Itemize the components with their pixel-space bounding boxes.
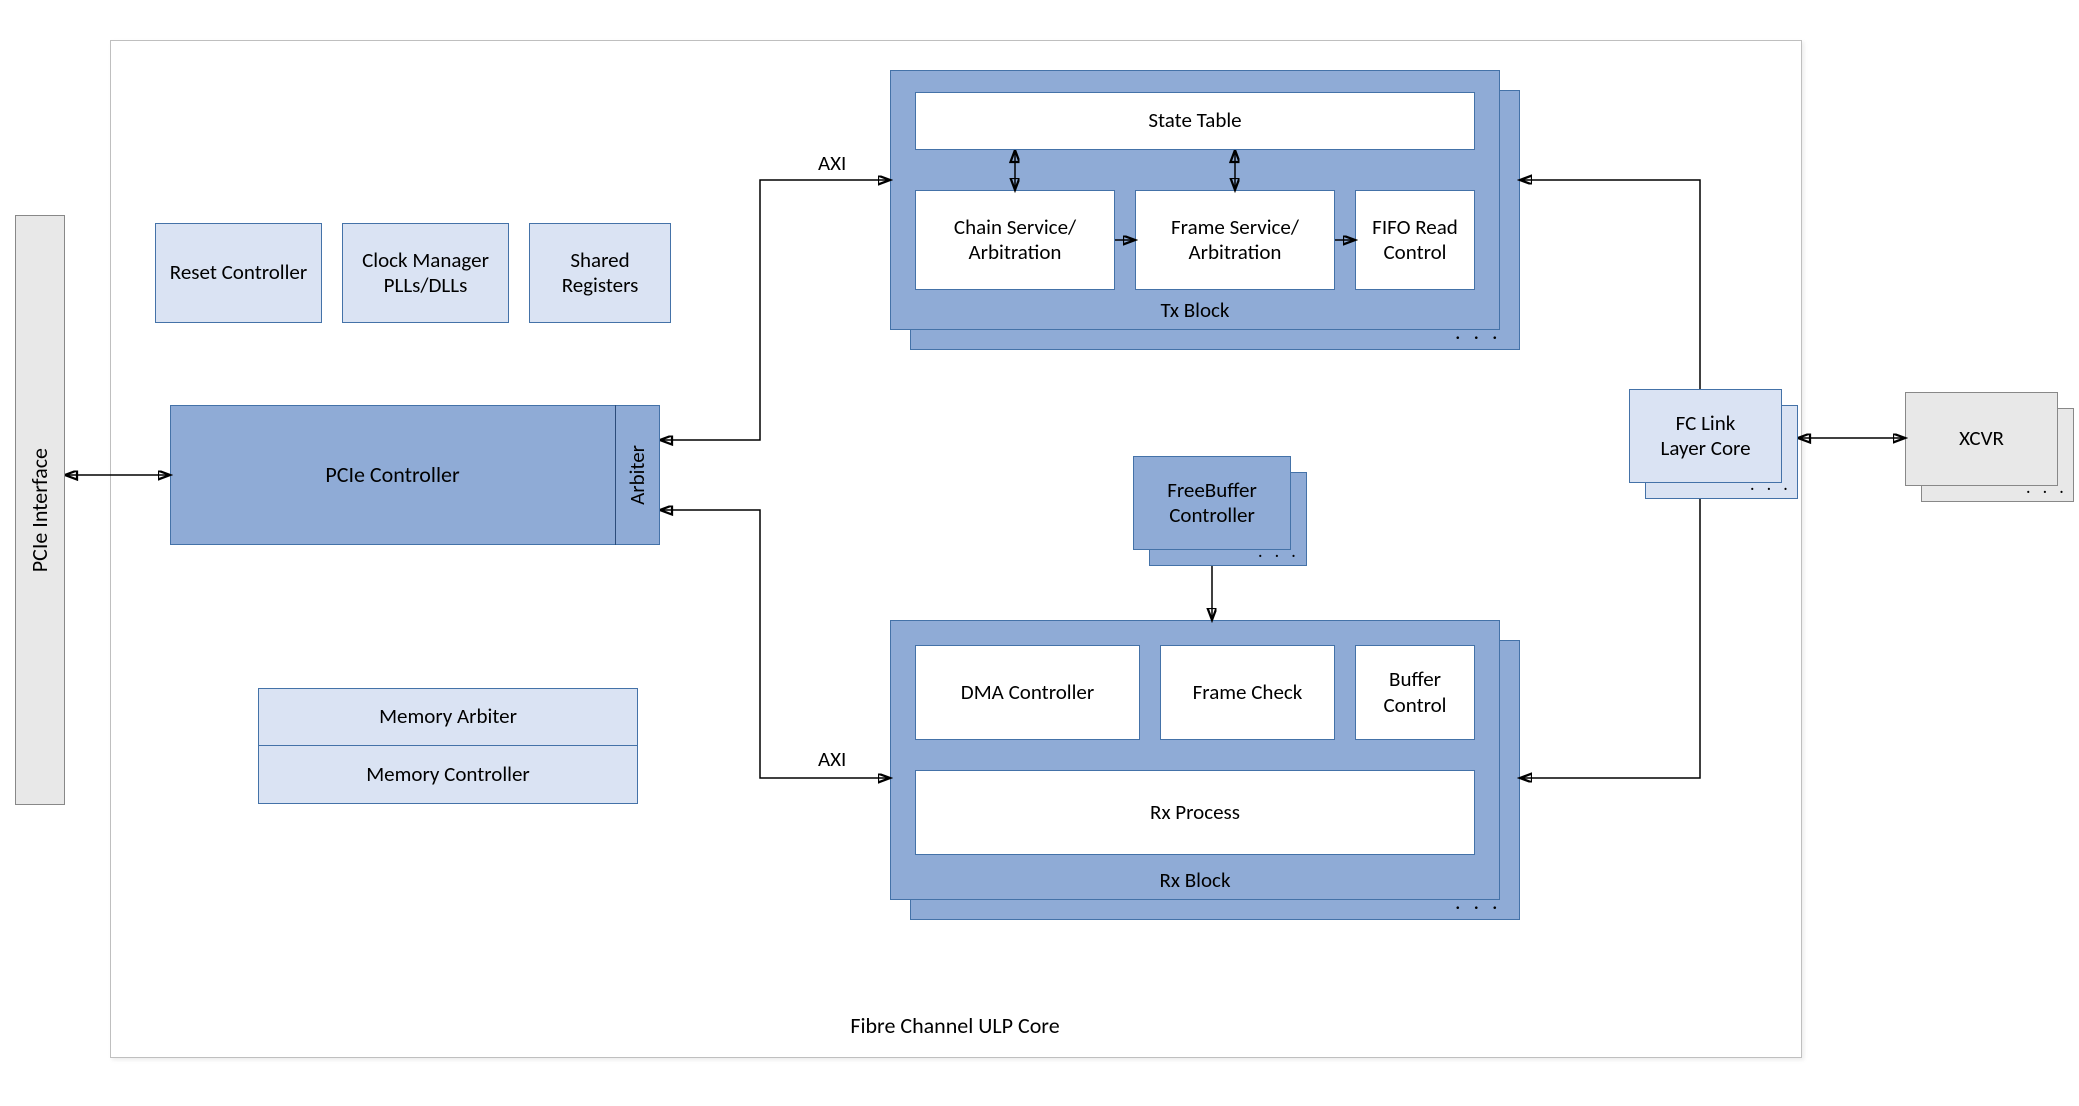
pcie-controller-label-area: PCIe Controller [170,405,615,545]
axi-label-tx: AXI [818,150,846,176]
memory-arbiter: Memory Arbiter [258,688,638,746]
pcie-controller-label: PCIe Controller [325,462,459,488]
fc-link-l2: Layer Core [1660,435,1750,461]
rx-block-label: Rx Block [1160,868,1231,893]
shared-registers-l2: Registers [562,272,639,298]
pcie-interface-label: PCIe Interface [27,448,53,572]
rx-process-label: Rx Process [1150,800,1240,825]
shared-registers: Shared Registers [529,223,671,323]
fc-link-l1: FC Link [1676,410,1736,436]
ulp-core-title: Fibre Channel ULP Core [110,1012,1800,1039]
memory-controller: Memory Controller [258,746,638,804]
fc-link-ellipsis: . . . [1750,473,1792,495]
frame-service-l2: Arbitration [1189,239,1282,265]
chain-service-l1: Chain Service/ [954,214,1076,240]
state-table: State Table [915,92,1475,150]
reset-controller-label: Reset Controller [170,260,307,285]
fifo-read-control: FIFO Read Control [1355,190,1475,290]
chain-service-l2: Arbitration [969,239,1062,265]
reset-controller: Reset Controller [155,223,322,323]
xcvr: XCVR [1905,392,2058,486]
buffer-control-l1: Buffer [1389,666,1441,692]
frame-service-l1: Frame Service/ [1171,214,1299,240]
buffer-control-l2: Control [1383,692,1446,718]
frame-check-label: Frame Check [1193,680,1303,705]
freebuffer-ellipsis: . . . [1258,540,1300,562]
freebuffer-controller: FreeBuffer Controller [1133,456,1291,550]
rx-block-ellipsis: . . . [1455,888,1502,915]
dma-controller: DMA Controller [915,645,1140,740]
freebuffer-l2: Controller [1169,502,1255,528]
dma-controller-label: DMA Controller [961,680,1094,705]
clock-manager-l1: Clock Manager [362,247,489,273]
clock-manager: Clock Manager PLLs/DLLs [342,223,509,323]
pcie-interface: PCIe Interface [15,215,65,805]
xcvr-ellipsis: . . . [2026,476,2068,498]
xcvr-label: XCVR [1959,426,2004,451]
memory-arbiter-label: Memory Arbiter [379,704,517,729]
shared-registers-l1: Shared [570,247,629,273]
fifo-read-l2: Control [1383,239,1446,265]
clock-manager-l2: PLLs/DLLs [384,272,468,298]
axi-label-rx: AXI [818,746,846,772]
tx-block-ellipsis: . . . [1455,318,1502,345]
frame-check: Frame Check [1160,645,1335,740]
diagram-canvas: Fibre Channel ULP Core PCIe Interface Re… [0,0,2079,1106]
fifo-read-l1: FIFO Read [1372,214,1458,240]
buffer-control: Buffer Control [1355,645,1475,740]
state-table-label: State Table [1148,108,1241,133]
rx-process: Rx Process [915,770,1475,855]
freebuffer-l1: FreeBuffer [1167,477,1257,503]
frame-service: Frame Service/ Arbitration [1135,190,1335,290]
arbiter-label: Arbiter [625,445,650,505]
tx-block-label: Tx Block [1161,298,1230,323]
memory-controller-label: Memory Controller [366,762,530,787]
arbiter: Arbiter [615,405,660,545]
chain-service: Chain Service/ Arbitration [915,190,1115,290]
fc-link-layer-core: FC Link Layer Core [1629,389,1782,483]
